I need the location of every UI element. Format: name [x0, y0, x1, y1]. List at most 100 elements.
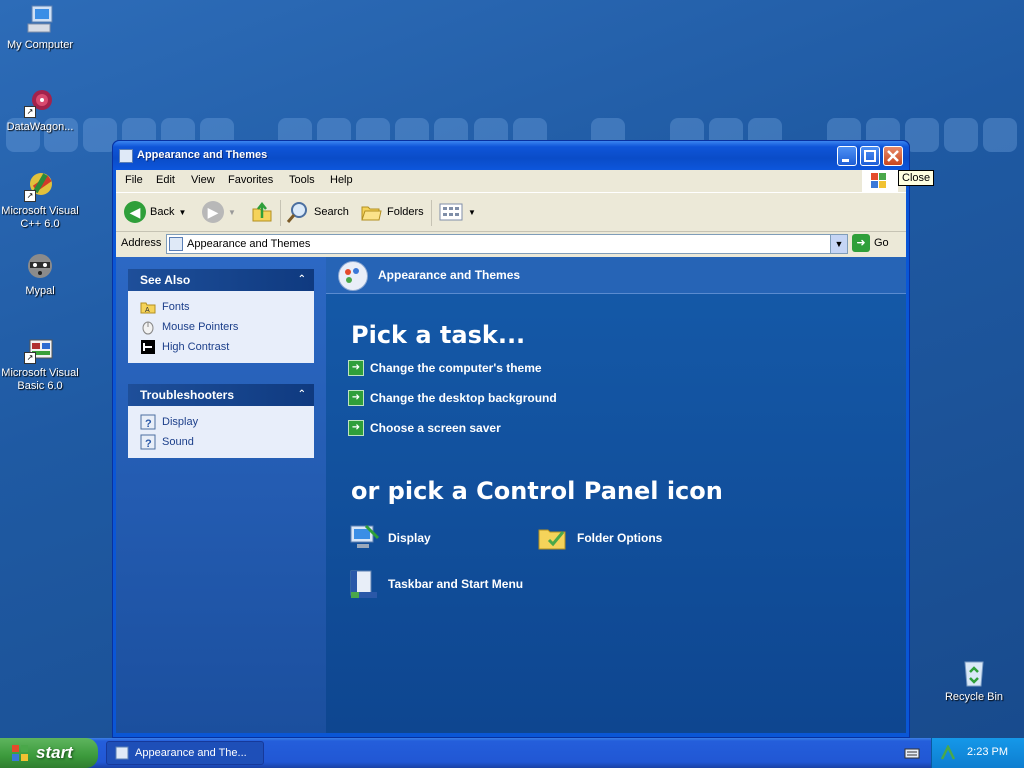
desktop-icon-datawagon[interactable]: ↗ DataWagon... [0, 86, 80, 134]
close-button[interactable] [883, 146, 903, 166]
views-icon [439, 203, 463, 221]
views-dropdown-icon: ▼ [468, 207, 476, 217]
address-label: Address [121, 237, 162, 249]
desktop-icon-label: Microsoft Visual Basic 6.0 [1, 367, 79, 392]
mouse-icon [142, 321, 154, 335]
cp-icon-label: Folder Options [577, 531, 663, 545]
see-also-item-mouse-pointers[interactable]: Mouse Pointers [140, 317, 302, 337]
folders-icon [361, 206, 382, 221]
menu-edit[interactable]: Edit [156, 174, 175, 186]
menu-tools[interactable]: Tools [289, 174, 315, 186]
menu-favorites[interactable]: Favorites [228, 174, 273, 186]
cp-icon-label: Display [388, 531, 431, 545]
shortcut-arrow-icon: ↗ [24, 190, 36, 202]
taskbar-window-button[interactable]: Appearance and The... [106, 741, 264, 765]
menu-file[interactable]: File [125, 174, 143, 186]
forward-arrow-icon: ▶ [202, 201, 224, 223]
troubleshooters-panel: Troubleshooters ⌃ ? Display ? Sound [128, 384, 314, 458]
task-change-background[interactable]: ➜ Change the desktop background [348, 390, 557, 406]
menu-help[interactable]: Help [330, 174, 353, 186]
see-also-panel: See Also ⌃ A Fonts Mouse Pointers High C… [128, 269, 314, 363]
task-label: Choose a screen saver [370, 421, 501, 435]
search-button[interactable]: Search [286, 199, 349, 225]
keyboard-icon[interactable] [904, 746, 920, 760]
address-dropdown-button[interactable]: ▼ [830, 235, 847, 253]
address-field[interactable]: Appearance and Themes ▼ [166, 234, 848, 254]
network-icon[interactable] [940, 745, 956, 761]
forward-dropdown-icon[interactable]: ▼ [228, 208, 236, 217]
task-change-theme[interactable]: ➜ Change the computer's theme [348, 360, 542, 376]
standard-toolbar: ◀ Back ▼ ▶ ▼ Search Folders ▼ [116, 193, 906, 232]
go-button[interactable]: ➜ Go [852, 234, 889, 252]
taskbar-window-label: Appearance and The... [135, 747, 247, 759]
see-also-item-high-contrast[interactable]: High Contrast [140, 337, 302, 357]
cp-icon-label: Taskbar and Start Menu [388, 577, 524, 591]
address-value: Appearance and Themes [187, 238, 311, 250]
search-label: Search [314, 206, 349, 218]
svg-text:?: ? [145, 438, 152, 450]
window-client: File Edit View Favorites Tools Help ◀ Ba… [116, 170, 906, 733]
views-button[interactable]: ▼ [438, 199, 476, 225]
task-arrow-icon: ➜ [348, 420, 364, 436]
window-icon [115, 746, 129, 760]
title-bar[interactable]: Appearance and Themes [113, 141, 909, 170]
troubleshooters-header[interactable]: Troubleshooters ⌃ [128, 384, 314, 406]
task-label: Change the computer's theme [370, 361, 542, 375]
desktop-icon-my-computer[interactable]: My Computer [0, 4, 80, 52]
close-icon [887, 150, 899, 162]
windows-flag-icon [12, 745, 28, 761]
close-tooltip: Close [898, 170, 935, 186]
up-folder-button[interactable] [250, 199, 274, 225]
back-dropdown-icon[interactable]: ▼ [178, 208, 186, 217]
pick-icon-heading: or pick a Control Panel icon [351, 477, 723, 505]
cp-icon-folder-options[interactable]: Folder Options [537, 522, 662, 554]
shortcut-arrow-icon: ↗ [24, 352, 36, 364]
category-header: Appearance and Themes [326, 257, 906, 294]
shortcut-arrow-icon: ↗ [24, 106, 36, 118]
explorer-window: Appearance and Themes File Edit View Fav… [112, 140, 910, 738]
see-also-label: Mouse Pointers [162, 321, 239, 333]
start-button[interactable]: start [0, 738, 98, 768]
minimize-icon [842, 159, 849, 162]
start-label: start [36, 743, 73, 762]
go-label: Go [874, 237, 889, 249]
desktop-icon-label: Mypal [25, 285, 55, 297]
task-arrow-icon: ➜ [348, 360, 364, 376]
see-also-item-fonts[interactable]: A Fonts [140, 297, 302, 317]
desktop-icon-recycle-bin[interactable]: Recycle Bin [934, 656, 1014, 704]
desktop-icon-label: My Computer [6, 39, 74, 51]
folder-options-icon [538, 529, 566, 550]
desktop-icon-visual-basic[interactable]: ↗ Microsoft Visual Basic 6.0 [0, 332, 80, 393]
troubleshooter-item-display[interactable]: ? Display [140, 412, 302, 432]
taskbar-start-menu-icon [350, 570, 377, 598]
troubleshooter-item-sound[interactable]: ? Sound [140, 432, 302, 452]
address-bar: Address Appearance and Themes ▼ ➜ Go [116, 232, 906, 256]
cp-icon-taskbar-start-menu[interactable]: Taskbar and Start Menu [348, 568, 523, 600]
cp-icon-display[interactable]: Display [348, 522, 431, 554]
category-content: Appearance and Themes Pick a task... ➜ C… [326, 257, 906, 733]
forward-button[interactable]: ▶ ▼ [202, 199, 236, 225]
minimize-button[interactable] [837, 146, 857, 166]
collapse-chevron-icon[interactable]: ⌃ [298, 384, 306, 406]
window-title: Appearance and Themes [137, 149, 268, 161]
see-also-header[interactable]: See Also ⌃ [128, 269, 314, 291]
back-arrow-icon: ◀ [124, 201, 146, 223]
collapse-chevron-icon[interactable]: ⌃ [298, 269, 306, 291]
search-icon [286, 202, 307, 223]
desktop-icon-visual-cpp[interactable]: ↗ Microsoft Visual C++ 6.0 [0, 170, 80, 231]
task-screen-saver[interactable]: ➜ Choose a screen saver [348, 420, 501, 436]
folders-button[interactable]: Folders [359, 199, 424, 225]
desktop-icon-mypal[interactable]: Mypal [0, 250, 80, 298]
up-folder-icon [252, 201, 272, 222]
help-icon: ? [140, 414, 156, 430]
clock[interactable]: 2:23 PM [967, 746, 1008, 758]
back-button[interactable]: ◀ Back ▼ [124, 199, 186, 225]
menu-bar: File Edit View Favorites Tools Help [116, 170, 906, 193]
taskbar: start Appearance and The... 2:23 PM [0, 738, 1024, 768]
maximize-button[interactable] [860, 146, 880, 166]
fonts-folder-icon: A [140, 302, 156, 314]
menu-view[interactable]: View [191, 174, 215, 186]
svg-text:A: A [145, 307, 150, 314]
visual-cpp-icon: ↗ [24, 170, 56, 202]
maximize-icon [864, 150, 876, 162]
